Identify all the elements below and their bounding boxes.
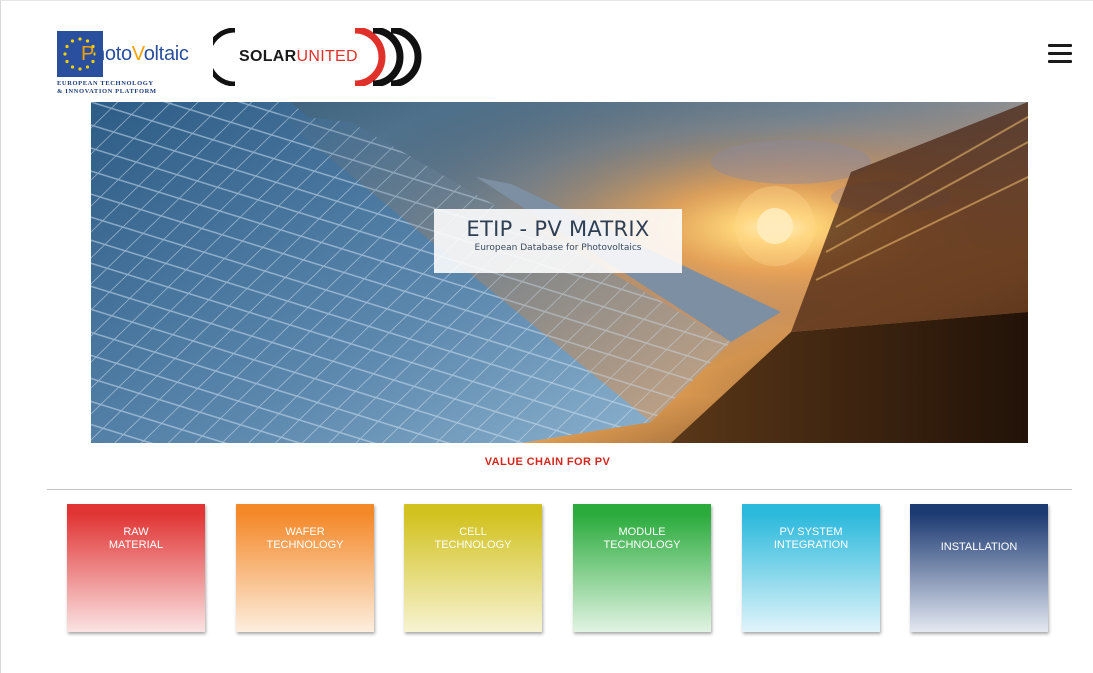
value-chain-card-raw-material[interactable]: RAW MATERIAL (67, 504, 205, 632)
value-chain-card-module-technology[interactable]: MODULE TECHNOLOGY (573, 504, 711, 632)
value-chain-cards: RAW MATERIAL WAFER TECHNOLOGY CELL TECHN… (67, 504, 1057, 634)
photovoltaic-logo[interactable]: PhotoVoltaic EUROPEAN TECHNOLOGY & INNOV… (57, 25, 195, 95)
hero-subtitle: European Database for Photovoltaics (474, 243, 642, 253)
card-label: MODULE TECHNOLOGY (603, 526, 681, 551)
page: PhotoVoltaic EUROPEAN TECHNOLOGY & INNOV… (0, 0, 1093, 673)
solarunited-wordmark: SOLARUNITED (239, 48, 358, 65)
menu-bar (1048, 52, 1072, 55)
photovoltaic-tagline-1: EUROPEAN TECHNOLOGY (57, 80, 154, 87)
hero-title: ETIP - PV MATRIX (466, 217, 650, 241)
value-chain-card-wafer-technology[interactable]: WAFER TECHNOLOGY (236, 504, 374, 632)
card-label: CELL TECHNOLOGY (434, 526, 512, 551)
solarunited-logo[interactable]: SOLARUNITED (213, 28, 427, 86)
card-label: RAW MATERIAL (108, 526, 164, 551)
value-chain-title: VALUE CHAIN FOR PV (484, 456, 611, 468)
card-label: WAFER TECHNOLOGY (266, 526, 344, 551)
value-chain-card-cell-technology[interactable]: CELL TECHNOLOGY (404, 504, 542, 632)
photovoltaic-wordmark: PhotoVoltaic (81, 43, 189, 65)
hero-title-box: ETIP - PV MATRIX European Database for P… (434, 209, 682, 273)
menu-bar (1048, 60, 1072, 63)
hamburger-menu-icon[interactable] (1046, 42, 1074, 66)
section-divider (47, 489, 1072, 490)
card-label: PV SYSTEM INTEGRATION (773, 526, 849, 551)
value-chain-card-pv-system-integration[interactable]: PV SYSTEM INTEGRATION (742, 504, 880, 632)
value-chain-card-installation[interactable]: INSTALLATION (910, 504, 1048, 632)
hero-banner: ETIP - PV MATRIX European Database for P… (91, 102, 1028, 443)
card-label: INSTALLATION (940, 541, 1018, 553)
menu-bar (1048, 44, 1072, 47)
photovoltaic-tagline-2: & INNOVATION PLATFORM (57, 88, 157, 95)
